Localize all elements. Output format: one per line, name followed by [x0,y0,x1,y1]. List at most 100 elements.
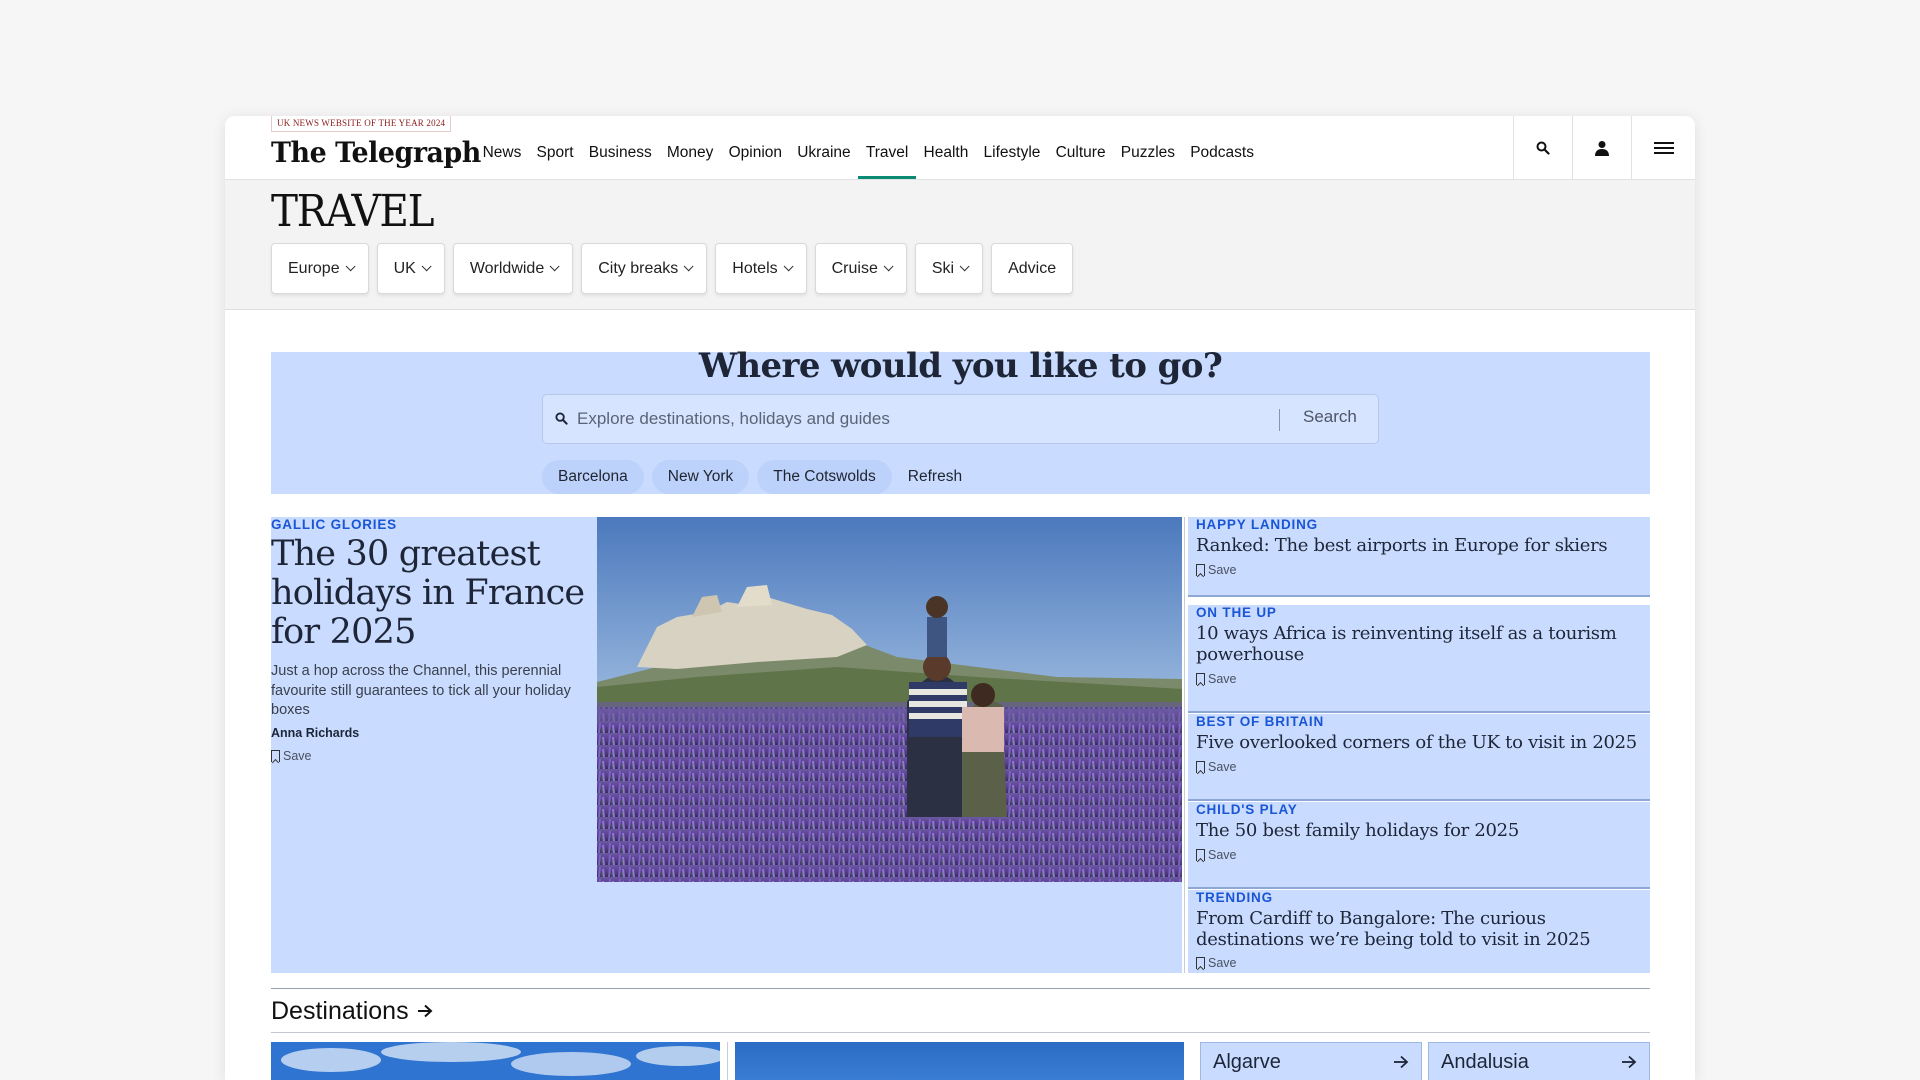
subnav-hotels[interactable]: Hotels [715,243,807,294]
bookmark-icon [1196,957,1205,969]
refresh-suggestions-button[interactable]: Refresh [900,468,970,486]
travel-section-header: TRAVEL Europe UK Worldwide City breaks H… [225,180,1695,310]
column-divider [1184,517,1185,973]
nav-item-travel[interactable]: Travel [858,143,916,179]
save-button[interactable]: Save [1196,563,1237,577]
nav-item-culture[interactable]: Culture [1048,143,1113,163]
travel-subnav: Europe UK Worldwide City breaks Hotels C… [271,243,1074,294]
lead-story[interactable]: GALLIC GLORIES The 30 greatest holidays … [271,517,1182,973]
award-badge: UK NEWS WEBSITE OF THE YEAR 2024 [271,116,452,132]
save-label: Save [1208,956,1237,970]
destination-image-blue[interactable] [735,1042,1184,1080]
suggestion-chip-barcelona[interactable]: Barcelona [542,460,644,494]
side-story[interactable]: BEST OF BRITAIN Five overlooked corners … [1188,714,1650,801]
nav-item-puzzles[interactable]: Puzzles [1113,143,1182,163]
nav-item-podcasts[interactable]: Podcasts [1183,143,1262,163]
nav-item-news[interactable]: News [475,143,529,163]
header-actions [1513,116,1695,179]
menu-icon [1653,141,1674,154]
nav-item-health[interactable]: Health [916,143,976,163]
save-button[interactable]: Save [1196,956,1237,970]
story-headline[interactable]: Five overlooked corners of the UK to vis… [1196,732,1646,753]
nav-item-ukraine[interactable]: Ukraine [790,143,859,163]
section-title[interactable]: TRAVEL [271,186,434,238]
subnav-city-breaks[interactable]: City breaks [581,243,708,294]
destination-card-algarve[interactable]: Algarve [1200,1042,1422,1080]
lead-image-lavender-field[interactable] [597,517,1182,882]
suggestion-chip-new-york[interactable]: New York [651,460,750,494]
side-stories-list: HAPPY LANDING Ranked: The best airports … [1188,517,1650,973]
search-icon [1536,141,1550,155]
chevron-down-icon [783,261,794,272]
destinations-heading: Destinations [271,996,409,1025]
bookmark-icon [1196,849,1205,861]
save-label: Save [1208,848,1237,862]
destinations-heading-link[interactable]: Destinations [271,989,433,1033]
subnav-label: City breaks [598,259,679,277]
story-kicker: CHILD'S PLAY [1196,802,1298,817]
destination-image-sky[interactable] [271,1042,720,1080]
search-submit-button[interactable]: Search [1303,407,1357,427]
subnav-worldwide[interactable]: Worldwide [452,243,574,294]
subnav-cruise[interactable]: Cruise [814,243,907,294]
story-kicker: GALLIC GLORIES [271,517,397,532]
sky-photo [271,1042,720,1080]
search-heading: Where would you like to go? [698,346,1223,386]
subnav-advice[interactable]: Advice [991,243,1074,294]
save-button[interactable]: Save [1196,848,1237,862]
subnav-label: Worldwide [469,259,545,277]
suggestion-chip-cotswolds[interactable]: The Cotswolds [757,460,892,494]
nav-item-opinion[interactable]: Opinion [721,143,790,163]
search-box: Search [542,394,1379,444]
save-label: Save [1208,672,1237,686]
lead-headline[interactable]: The 30 greatest holidays in France for 2… [271,535,591,652]
account-icon [1595,140,1609,156]
chevron-down-icon [549,261,560,272]
subnav-label: Advice [1008,259,1057,277]
destination-card-label: Algarve [1213,1050,1281,1073]
chevron-down-icon [683,261,694,272]
lead-standfirst: Just a hop across the Channel, this pere… [271,663,571,718]
story-headline[interactable]: 10 ways Africa is reinventing itself as … [1196,623,1646,665]
lead-author[interactable]: Anna Richards [271,726,359,740]
telegraph-logo[interactable]: The Telegraph [271,135,481,171]
search-button[interactable] [1513,116,1572,179]
nav-item-money[interactable]: Money [659,143,721,163]
main-nav: News Sport Business Money Opinion Ukrain… [475,143,1262,179]
destination-card-andalusia[interactable]: Andalusia [1428,1042,1650,1080]
story-kicker: HAPPY LANDING [1196,517,1318,532]
chevron-down-icon [345,261,356,272]
subnav-europe[interactable]: Europe [271,243,369,294]
browser-page: UK NEWS WEBSITE OF THE YEAR 2024 The Tel… [225,116,1695,1080]
story-headline[interactable]: From Cardiff to Bangalore: The curious d… [1196,908,1646,950]
story-headline[interactable]: The 50 best family holidays for 2025 [1196,820,1646,841]
side-story[interactable]: CHILD'S PLAY The 50 best family holidays… [1188,802,1650,889]
arrow-right-icon [1622,1055,1637,1069]
subnav-uk[interactable]: UK [376,243,445,294]
subnav-label: Cruise [831,259,878,277]
chevron-down-icon [883,261,894,272]
account-button[interactable] [1572,116,1631,179]
menu-button[interactable] [1631,116,1695,179]
search-divider [1279,409,1280,431]
nav-item-lifestyle[interactable]: Lifestyle [976,143,1048,163]
bookmark-icon [1196,761,1205,773]
subnav-ski[interactable]: Ski [914,243,984,294]
search-icon [555,412,568,425]
nav-item-sport[interactable]: Sport [529,143,581,163]
column-divider [727,1042,728,1080]
site-header: UK NEWS WEBSITE OF THE YEAR 2024 The Tel… [225,116,1695,180]
side-story[interactable]: HAPPY LANDING Ranked: The best airports … [1188,517,1650,597]
subnav-label: Hotels [732,259,778,277]
destination-search-input[interactable] [577,395,1277,443]
save-button[interactable]: Save [1196,760,1237,774]
save-button[interactable]: Save [271,749,312,763]
subnav-label: UK [393,259,416,277]
section-divider [271,988,1650,989]
side-story[interactable]: TRENDING From Cardiff to Bangalore: The … [1188,890,1650,973]
save-button[interactable]: Save [1196,672,1237,686]
nav-item-business[interactable]: Business [581,143,659,163]
story-headline[interactable]: Ranked: The best airports in Europe for … [1196,535,1646,556]
side-story[interactable]: ON THE UP 10 ways Africa is reinventing … [1188,605,1650,713]
bookmark-icon [1196,673,1205,685]
